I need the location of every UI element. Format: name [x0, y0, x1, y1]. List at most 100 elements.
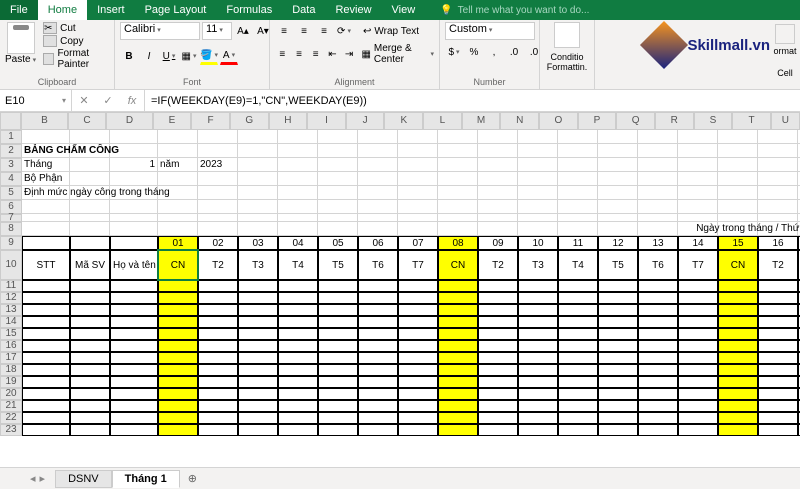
cell[interactable] [398, 186, 438, 200]
cell[interactable] [70, 158, 110, 172]
cell-stt-r16[interactable] [22, 340, 70, 352]
cell[interactable] [318, 130, 358, 144]
tab-page-layout[interactable]: Page Layout [135, 0, 217, 20]
cell-d10-r15[interactable] [518, 328, 558, 340]
cell-d13-r12[interactable] [638, 292, 678, 304]
cell-d09-r13[interactable] [478, 304, 518, 316]
cell-d05-r14[interactable] [318, 316, 358, 328]
cell[interactable] [598, 130, 638, 144]
cell-d03-r20[interactable] [238, 388, 278, 400]
cell[interactable] [238, 130, 278, 144]
cell[interactable] [478, 144, 518, 158]
cell-d09-r18[interactable] [478, 364, 518, 376]
col-header-D[interactable]: D [106, 112, 152, 130]
cell-d03-r14[interactable] [238, 316, 278, 328]
cell-d07-r20[interactable] [398, 388, 438, 400]
cell-d01-r14[interactable] [158, 316, 198, 328]
row-header-2[interactable]: 2 [0, 144, 22, 158]
cell[interactable] [318, 186, 358, 200]
cell-d15-r19[interactable] [718, 376, 758, 388]
cell-d08-r12[interactable] [438, 292, 478, 304]
cell[interactable] [278, 200, 318, 214]
font-color-button[interactable]: A [220, 47, 238, 65]
new-sheet-button[interactable]: ⊕ [180, 470, 205, 487]
cell-d05-r22[interactable] [318, 412, 358, 424]
cell[interactable] [398, 158, 438, 172]
cell-stt-r15[interactable] [22, 328, 70, 340]
cell-stt-r23[interactable] [22, 424, 70, 436]
cell[interactable] [198, 130, 238, 144]
cell-d14-r21[interactable] [678, 400, 718, 412]
cell-stt-r22[interactable] [22, 412, 70, 424]
cell[interactable] [318, 144, 358, 158]
col-header-Q[interactable]: Q [616, 112, 655, 130]
increase-decimal-button[interactable]: .0 [505, 43, 523, 61]
cell[interactable] [238, 172, 278, 186]
cell-d01-r21[interactable] [158, 400, 198, 412]
cell-d04-r12[interactable] [278, 292, 318, 304]
cell-d03-r18[interactable] [238, 364, 278, 376]
cell-hoten-r22[interactable] [110, 412, 158, 424]
cell[interactable] [358, 158, 398, 172]
cell-d11-r22[interactable] [558, 412, 598, 424]
cell-d09-r19[interactable] [478, 376, 518, 388]
cell-d02-r13[interactable] [198, 304, 238, 316]
cell[interactable] [238, 144, 278, 158]
hdr-c9[interactable] [70, 236, 110, 250]
cell[interactable] [358, 214, 398, 222]
cell-d10-r19[interactable] [518, 376, 558, 388]
row-header-12[interactable]: 12 [0, 292, 22, 304]
cell-d09-r23[interactable] [478, 424, 518, 436]
row-header-3[interactable]: 3 [0, 158, 22, 172]
cell-d06-r22[interactable] [358, 412, 398, 424]
cell-d13-r14[interactable] [638, 316, 678, 328]
cell[interactable] [158, 222, 198, 236]
cell-d13-r11[interactable] [638, 280, 678, 292]
cell[interactable] [438, 214, 478, 222]
cell[interactable] [438, 172, 478, 186]
row-header-16[interactable]: 16 [0, 340, 22, 352]
cell-d08-r21[interactable] [438, 400, 478, 412]
cell-d15-r12[interactable] [718, 292, 758, 304]
title-bang-cham-cong[interactable]: BẢNG CHẤM CÔNG [22, 144, 158, 158]
cell[interactable] [198, 144, 238, 158]
tab-formulas[interactable]: Formulas [216, 0, 282, 20]
row-header-23[interactable]: 23 [0, 424, 22, 436]
cell-d04-r20[interactable] [278, 388, 318, 400]
cell-d14-r16[interactable] [678, 340, 718, 352]
cell[interactable] [558, 172, 598, 186]
cell-d08-r23[interactable] [438, 424, 478, 436]
cell-d15-r11[interactable] [718, 280, 758, 292]
cell-stt-r17[interactable] [22, 352, 70, 364]
cell-d02-r12[interactable] [198, 292, 238, 304]
cell-d02-r17[interactable] [198, 352, 238, 364]
hdr-b9[interactable] [22, 236, 70, 250]
cell[interactable] [478, 130, 518, 144]
col-header-K[interactable]: K [384, 112, 423, 130]
formula-input[interactable] [145, 90, 800, 111]
cell-masv-r21[interactable] [70, 400, 110, 412]
day-03[interactable]: 03 [238, 236, 278, 250]
cell[interactable] [518, 172, 558, 186]
cell[interactable] [238, 200, 278, 214]
cell-stt-r13[interactable] [22, 304, 70, 316]
cell[interactable] [558, 130, 598, 144]
cell-d09-r11[interactable] [478, 280, 518, 292]
label-thang[interactable]: Tháng [22, 158, 70, 172]
cell[interactable] [758, 214, 798, 222]
cell-d04-r17[interactable] [278, 352, 318, 364]
col-header-B[interactable]: B [21, 112, 67, 130]
cell-d12-r20[interactable] [598, 388, 638, 400]
cell[interactable] [678, 186, 718, 200]
col-header-F[interactable]: F [191, 112, 230, 130]
borders-button[interactable]: ▦ [180, 47, 198, 65]
cell-d12-r13[interactable] [598, 304, 638, 316]
cell-stt-r18[interactable] [22, 364, 70, 376]
cell-d08-r18[interactable] [438, 364, 478, 376]
cell-d02-r22[interactable] [198, 412, 238, 424]
cell-d02-r19[interactable] [198, 376, 238, 388]
cell-d12-r23[interactable] [598, 424, 638, 436]
cell-stt-r12[interactable] [22, 292, 70, 304]
cell-d14-r14[interactable] [678, 316, 718, 328]
cell-d14-r23[interactable] [678, 424, 718, 436]
